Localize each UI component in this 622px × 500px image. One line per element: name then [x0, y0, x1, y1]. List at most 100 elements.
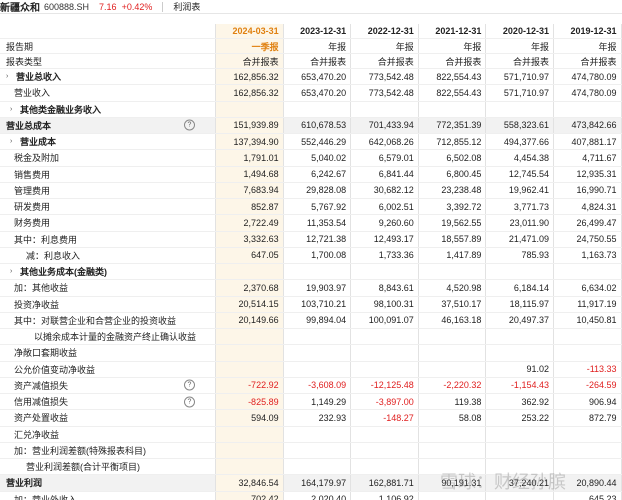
table-row[interactable]: 营业利润差额(合计平衡项目): [0, 459, 622, 476]
table-row[interactable]: 公允价值变动净收益 91.02 -113.33: [0, 361, 622, 378]
table-cell: 37,510.17: [419, 296, 487, 312]
table-cell: 99,894.04: [284, 312, 352, 328]
table-row[interactable]: 加：其他收益 2,370.68 19,903.97 8,843.61 4,520.98 6…: [0, 280, 622, 297]
table-row[interactable]: › 其他业务成本(金融类): [0, 264, 622, 281]
table-cell: 6,502.08: [419, 150, 487, 166]
column-date[interactable]: 2020-12-31: [486, 24, 554, 38]
table-cell: [284, 329, 352, 345]
table-row[interactable]: 以摊余成本计量的金融资产终止确认收益: [0, 329, 622, 346]
table-row[interactable]: 财务费用 2,722.49 11,353.54 9,260.60 19,562.55 23…: [0, 215, 622, 232]
expand-arrow-icon[interactable]: ›: [10, 268, 20, 275]
table-row[interactable]: 管理费用 7,683.94 29,828.08 30,682.12 23,238.48 1…: [0, 182, 622, 199]
table-cell: [554, 329, 622, 345]
table-row[interactable]: 信用减值损失? -825.89 1,149.29 -3,897.00 119.38 362…: [0, 394, 622, 411]
table-row[interactable]: 汇兑净收益: [0, 426, 622, 443]
table-cell: 6,800.45: [419, 166, 487, 182]
table-cell: [419, 264, 487, 280]
table-cell: 4,520.98: [419, 280, 487, 296]
table-cell: [284, 459, 352, 475]
table-row[interactable]: 营业利润 32,846.54 164,179.97 162,881.71 90,191.…: [0, 475, 622, 492]
table-cell: 10,450.81: [554, 312, 622, 328]
table-cell: [486, 345, 554, 361]
table-row[interactable]: 营业收入 162,856.32 653,470.20 773,542.48 822,55…: [0, 85, 622, 102]
column-date[interactable]: 2024-03-31: [216, 24, 284, 38]
tab-income-statement[interactable]: 利润表: [173, 0, 200, 13]
table-cell: [419, 329, 487, 345]
row-label: 净敞口套期收益: [0, 345, 216, 361]
table-cell: [351, 345, 419, 361]
row-label: 营业利润差额(合计平衡项目): [0, 459, 216, 475]
table-cell: 1,791.01: [216, 150, 284, 166]
table-cell: 12,935.31: [554, 166, 622, 182]
column-scope: 合并报表: [216, 54, 284, 68]
row-label: 加：营业利润差额(特殊报表科目): [0, 442, 216, 458]
table-cell: 6,634.02: [554, 280, 622, 296]
table-cell: [216, 426, 284, 442]
table-row[interactable]: › 营业总收入 162,856.32 653,470.20 773,542.48 822,…: [0, 69, 622, 86]
table-cell: 494,377.66: [486, 134, 554, 150]
table-row[interactable]: 营业总成本? 151,939.89 610,678.53 701,433.94 772,…: [0, 117, 622, 134]
table-cell: 19,562.55: [419, 215, 487, 231]
table-cell: 20,514.15: [216, 296, 284, 312]
column-date[interactable]: 2022-12-31: [351, 24, 419, 38]
table-row[interactable]: › 营业成本 137,394.90 552,446.29 642,068.26 712,8…: [0, 134, 622, 151]
table-row[interactable]: 净敞口套期收益: [0, 345, 622, 362]
table-cell: 12,745.54: [486, 166, 554, 182]
column-scope: 合并报表: [419, 54, 487, 68]
date-header-row: 2024-03-31 2023-12-31 2022-12-31 2021-12-31…: [0, 24, 622, 39]
expand-arrow-icon[interactable]: ›: [10, 106, 20, 113]
row-label-text: 公允价值变动净收益: [14, 364, 96, 375]
help-icon[interactable]: ?: [184, 379, 195, 391]
table-row[interactable]: 税金及附加 1,791.01 5,040.02 6,579.01 6,502.08 4,4…: [0, 150, 622, 167]
table-cell: 4,711.67: [554, 150, 622, 166]
table-row[interactable]: 销售费用 1,494.68 6,242.67 6,841.44 6,800.45 12,7…: [0, 166, 622, 183]
column-report: 年报: [351, 39, 419, 53]
row-label-text: 财务费用: [14, 218, 51, 229]
table-cell: 11,353.54: [284, 215, 352, 231]
table-row[interactable]: 加：营业外收入 702.42 2,020.40 1,106.92 645.23: [0, 491, 622, 500]
table-row[interactable]: 加：营业利润差额(特殊报表科目): [0, 442, 622, 459]
row-label-text: 资产处置收益: [14, 413, 69, 424]
table-cell: 712,855.12: [419, 134, 487, 150]
table-row[interactable]: 投资净收益 20,514.15 103,710.21 98,100.31 37,510.…: [0, 296, 622, 313]
table-row[interactable]: 资产处置收益 594.09 232.93 -148.27 58.08 253.22 872.…: [0, 410, 622, 427]
table-cell: 1,149.29: [284, 394, 352, 410]
table-cell: 6,002.51: [351, 199, 419, 215]
table-cell: 3,392.72: [419, 199, 487, 215]
expand-arrow-icon[interactable]: ›: [10, 138, 20, 145]
table-cell: 558,323.61: [486, 117, 554, 133]
table-row[interactable]: 其中：对联营企业和合营企业的投资收益 20,149.66 99,894.04 100,…: [0, 312, 622, 329]
table-row[interactable]: 研发费用 852.87 5,767.92 6,002.51 3,392.72 3,771.…: [0, 199, 622, 216]
row-label-text: 营业利润: [6, 478, 43, 489]
table-cell: [351, 329, 419, 345]
row-label: 资产处置收益: [0, 410, 216, 426]
table-cell: -264.59: [554, 377, 622, 393]
table-cell: 151,939.89: [216, 117, 284, 133]
row-label: 管理费用: [0, 182, 216, 198]
table-cell: 773,542.48: [351, 85, 419, 101]
table-row[interactable]: 资产减值损失? -722.92 -3,608.09 -12,125.48 -2,220.…: [0, 377, 622, 394]
table-cell: [216, 442, 284, 458]
table-cell: 872.79: [554, 410, 622, 426]
table-cell: 103,710.21: [284, 296, 352, 312]
table-cell: [486, 329, 554, 345]
row-label-text: 其中：利息费用: [14, 234, 78, 245]
table-cell: 594.09: [216, 410, 284, 426]
expand-arrow-icon[interactable]: ›: [6, 73, 16, 80]
column-scope: 合并报表: [486, 54, 554, 68]
table-cell: 1,106.92: [351, 491, 419, 500]
row-label-text: 营业总成本: [6, 120, 52, 131]
table-cell: -3,897.00: [351, 394, 419, 410]
column-date[interactable]: 2019-12-31: [554, 24, 622, 38]
table-cell: [554, 101, 622, 117]
table-cell: [554, 442, 622, 458]
table-cell: 906.94: [554, 394, 622, 410]
help-icon[interactable]: ?: [184, 396, 195, 408]
column-date[interactable]: 2021-12-31: [419, 24, 487, 38]
table-row[interactable]: › 其他类金融业务收入: [0, 101, 622, 118]
table-row[interactable]: 其中：利息费用 3,332.63 12,721.38 12,493.17 18,557.…: [0, 231, 622, 248]
help-icon[interactable]: ?: [184, 119, 195, 131]
table-cell: 773,542.48: [351, 69, 419, 85]
table-row[interactable]: 减：利息收入 647.05 1,700.08 1,733.36 1,417.89 785.…: [0, 247, 622, 264]
column-date[interactable]: 2023-12-31: [284, 24, 352, 38]
